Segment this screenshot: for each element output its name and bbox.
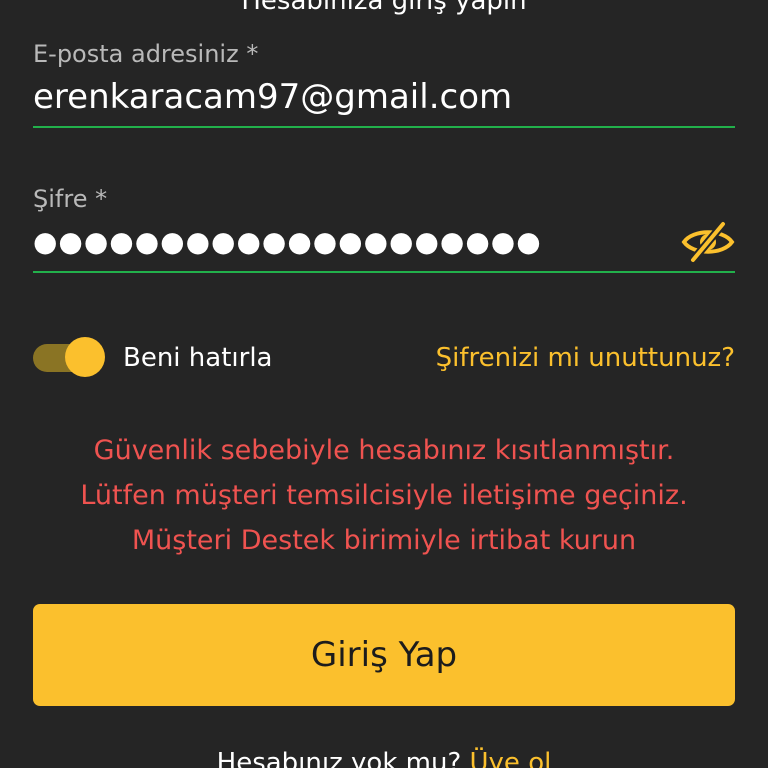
password-field-group: Şifre * ●●●●●●●●●●●●●●●●●●●● (33, 185, 735, 273)
login-button-label: Giriş Yap (310, 635, 458, 675)
remember-row: Beni hatırla Şifrenizi mi unuttunuz? (33, 334, 735, 382)
error-message: Güvenlik sebebiyle hesabınız kısıtlanmış… (0, 428, 768, 563)
password-value[interactable]: ●●●●●●●●●●●●●●●●●●●● (33, 213, 542, 271)
email-field[interactable]: erenkaracam97@gmail.com (33, 68, 735, 128)
toggle-knob (65, 337, 105, 377)
signup-link[interactable]: Üye ol (470, 748, 552, 768)
error-line: Müşteri Destek birimiyle irtibat kurun (131, 525, 637, 556)
email-value[interactable]: erenkaracam97@gmail.com (33, 68, 512, 126)
page-title: Hesabınıza giriş yapın (241, 0, 527, 16)
error-line: Güvenlik sebebiyle hesabınız kısıtlanmış… (93, 435, 675, 466)
forgot-password-link[interactable]: Şifrenizi mi unuttunuz? (436, 343, 735, 373)
password-field[interactable]: ●●●●●●●●●●●●●●●●●●●● (33, 213, 735, 273)
email-field-group: E-posta adresiniz * erenkaracam97@gmail.… (33, 40, 735, 128)
remember-label: Beni hatırla (123, 343, 273, 373)
signup-row: Hesabınız yok mu? Üye ol (0, 748, 768, 768)
password-label: Şifre * (33, 185, 108, 213)
signup-prompt: Hesabınız yok mu? (216, 748, 470, 768)
error-line: Lütfen müşteri temsilcisiyle iletişime g… (80, 480, 688, 511)
login-button[interactable]: Giriş Yap (33, 604, 735, 706)
login-page: Hesabınıza giriş yapın E-posta adresiniz… (0, 0, 768, 768)
eye-slash-icon[interactable] (681, 220, 735, 264)
remember-me: Beni hatırla (33, 334, 272, 382)
email-label: E-posta adresiniz * (33, 40, 259, 68)
remember-toggle[interactable] (33, 334, 107, 382)
